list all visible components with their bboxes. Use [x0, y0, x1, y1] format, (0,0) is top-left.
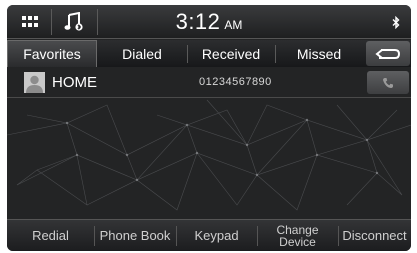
tab-favorites[interactable]: Favorites — [7, 40, 97, 67]
clock-time: 3:12 — [175, 9, 221, 34]
redial-button[interactable]: Redial — [7, 220, 94, 251]
contact-avatar-icon — [24, 72, 45, 93]
phone-icon — [383, 77, 393, 88]
back-button[interactable] — [366, 41, 410, 66]
contact-name: HOME — [52, 74, 97, 91]
phone-book-button[interactable]: Phone Book — [94, 220, 176, 251]
function-bar: Redial Phone Book Keypad Change Device D… — [7, 219, 411, 251]
phone-screen: 3:12 AM Favorites Dialed Received Missed — [7, 5, 411, 251]
bluetooth-status — [389, 5, 403, 39]
call-list-tabs: Favorites Dialed Received Missed — [7, 40, 411, 67]
keypad-button[interactable]: Keypad — [176, 220, 257, 251]
status-bar: 3:12 AM — [7, 5, 411, 39]
tab-missed[interactable]: Missed — [275, 40, 363, 67]
change-device-button[interactable]: Change Device — [257, 220, 338, 251]
clock-ampm: AM — [224, 18, 243, 32]
clock: 3:12 AM — [7, 5, 411, 39]
back-arrow-icon — [375, 48, 401, 59]
contact-number: 01234567890 — [199, 76, 272, 88]
tab-received[interactable]: Received — [187, 40, 275, 67]
disconnect-button[interactable]: Disconnect — [338, 220, 411, 251]
favorite-row[interactable]: HOME 01234567890 — [7, 67, 411, 98]
tab-dialed[interactable]: Dialed — [97, 40, 187, 67]
bluetooth-icon — [392, 15, 400, 29]
call-button[interactable] — [367, 71, 409, 94]
change-device-label-line2: Device — [279, 235, 316, 249]
